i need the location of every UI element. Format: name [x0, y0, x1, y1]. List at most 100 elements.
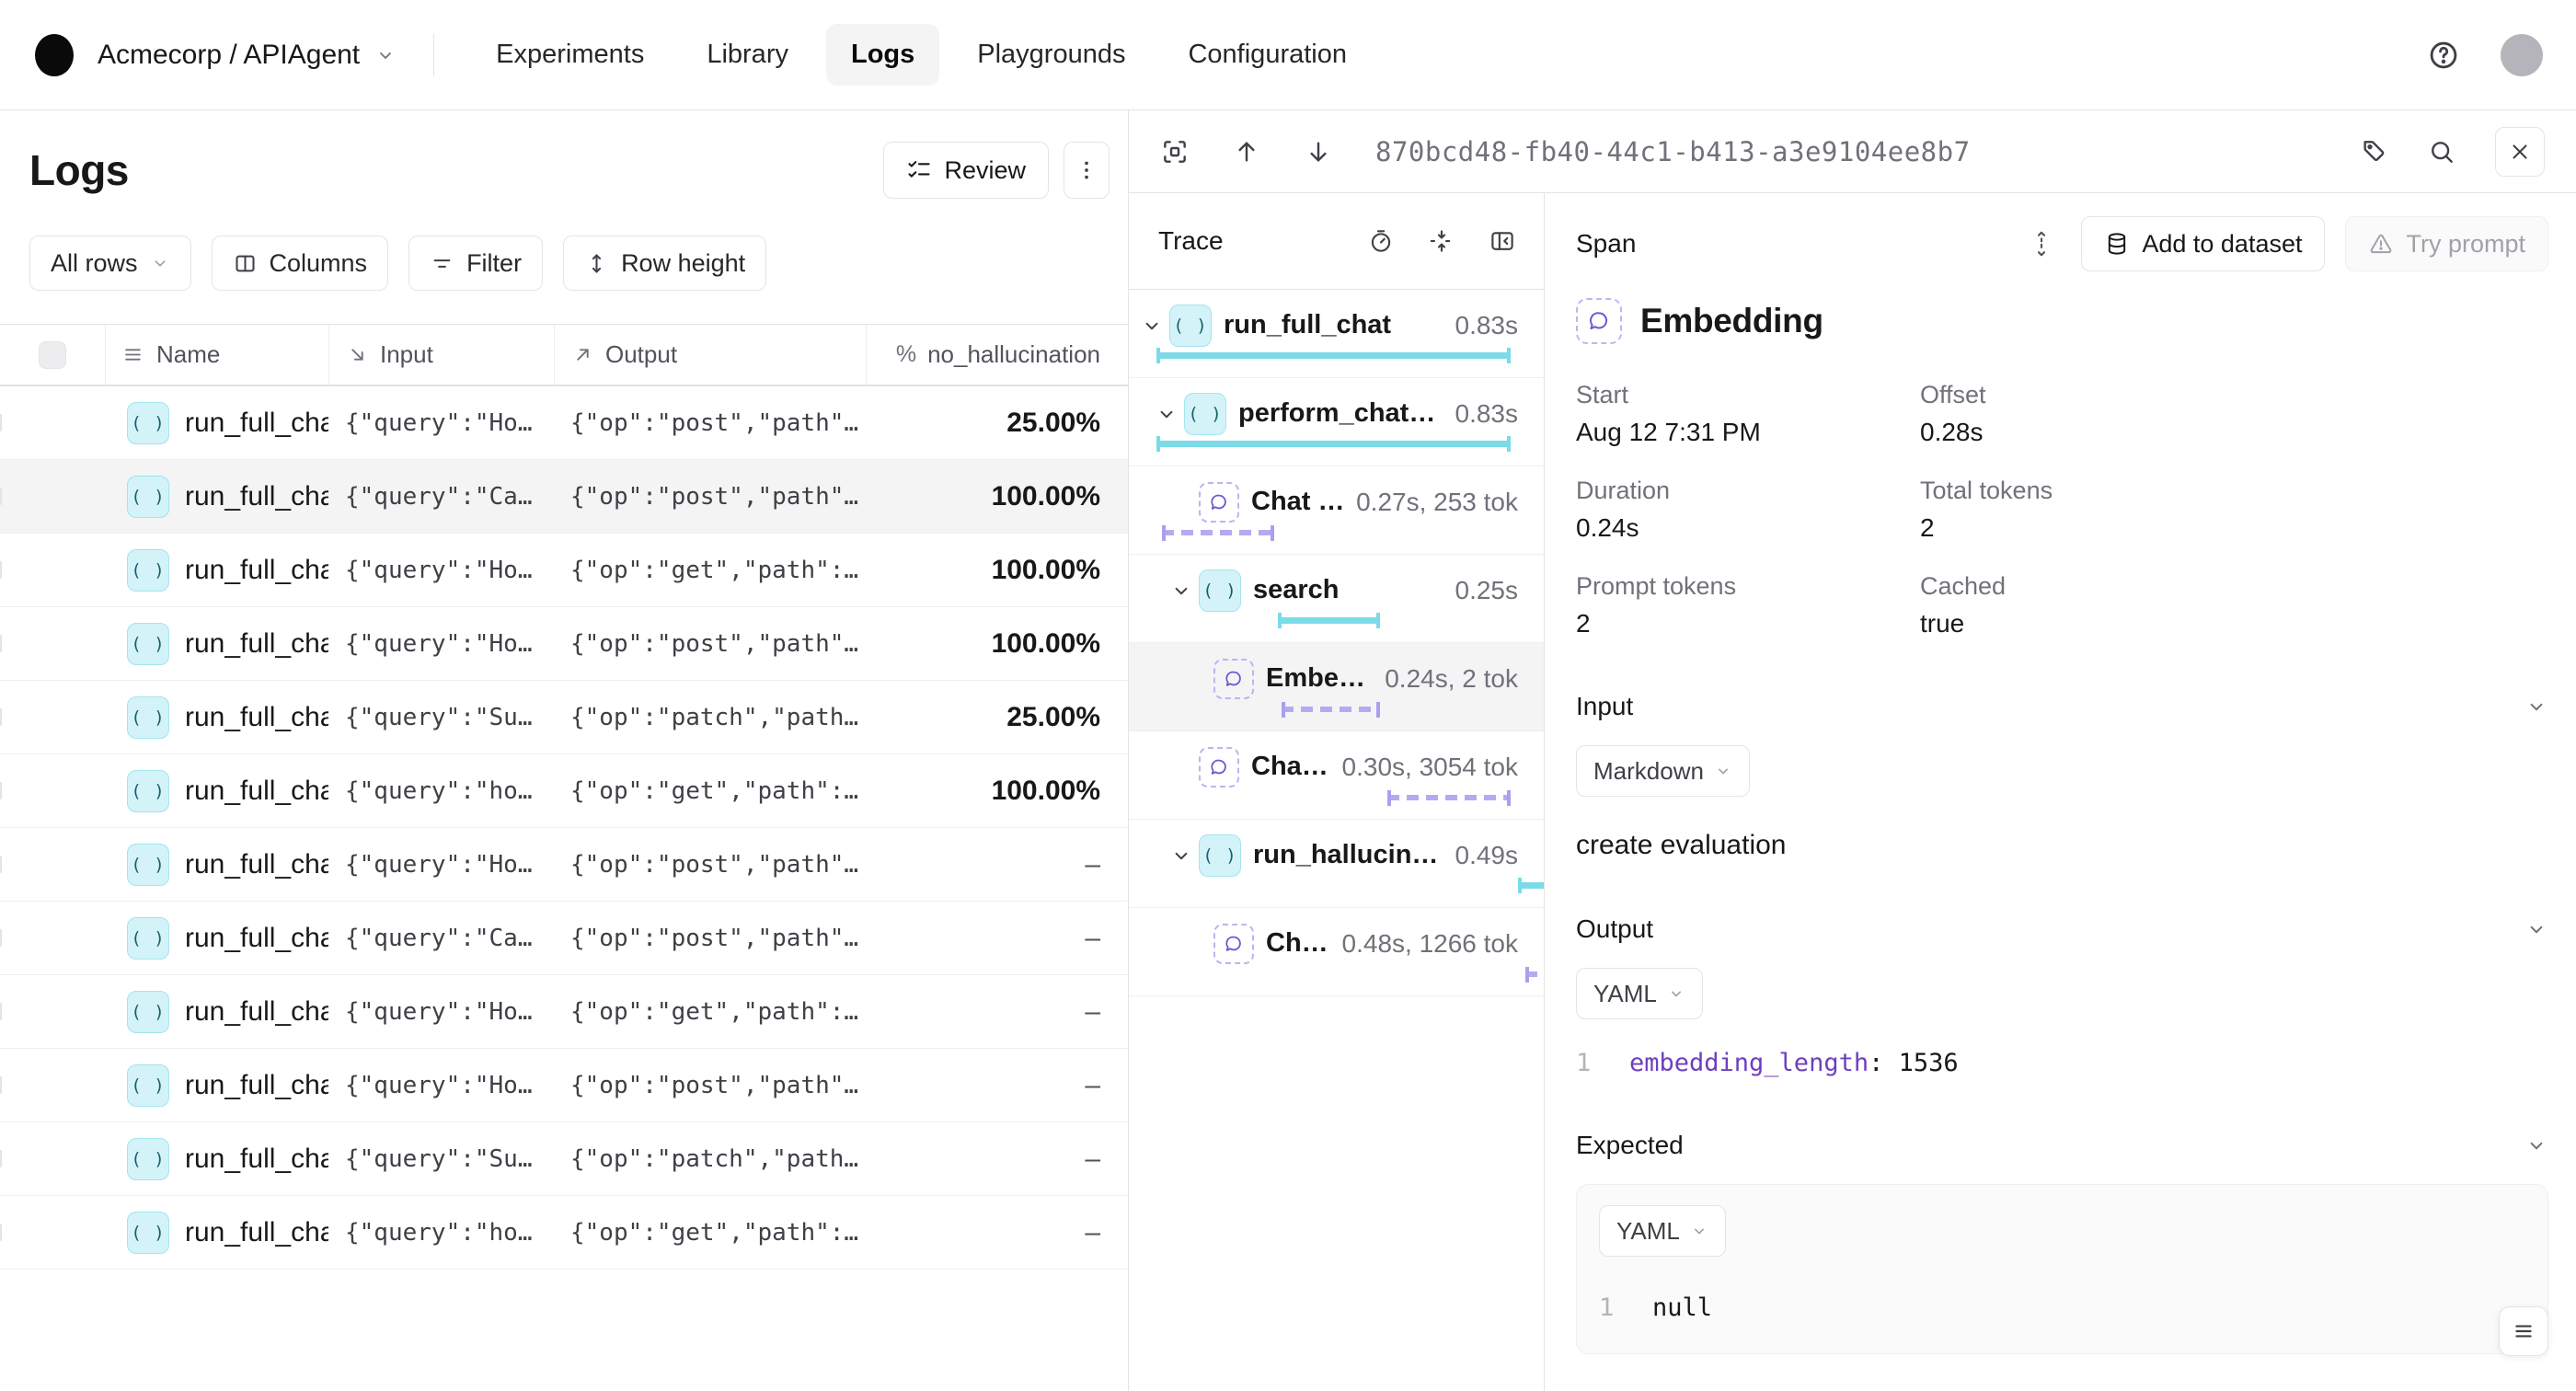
resize-handle-button[interactable] [2028, 230, 2055, 258]
column-header-output[interactable]: Output [554, 325, 866, 385]
frame-expand-icon [1160, 137, 1190, 167]
table-row[interactable]: ( )run_full_chat{"query":"ho…{"op":"get"… [0, 754, 1128, 828]
row-name-cell: ( )run_full_chat [105, 623, 328, 665]
previous-row-button[interactable] [1232, 137, 1261, 167]
filter-button[interactable]: Filter [408, 236, 543, 291]
row-checkbox[interactable] [0, 1003, 2, 1020]
table-row[interactable]: ( )run_full_chat{"query":"Su…{"op":"patc… [0, 1122, 1128, 1196]
row-checkbox[interactable] [0, 488, 2, 505]
span-field-total-tokens: Total tokens2 [1920, 477, 2548, 543]
column-header-no_hallucination[interactable]: %no_hallucination [866, 325, 1128, 385]
trace-span-row[interactable]: ( )search0.25s [1129, 555, 1544, 643]
row-checkbox[interactable] [0, 929, 2, 947]
all-rows-button[interactable]: All rows [29, 236, 191, 291]
row-height-button[interactable]: Row height [563, 236, 766, 291]
span-field-cached: Cachedtrue [1920, 572, 2548, 638]
timeline-bar [1162, 530, 1274, 535]
timing-toggle-button[interactable] [1367, 227, 1395, 255]
tab-logs[interactable]: Logs [826, 24, 939, 86]
row-checkbox[interactable] [0, 635, 2, 652]
code-span-icon: ( ) [127, 1064, 169, 1107]
tab-playgrounds[interactable]: Playgrounds [952, 24, 1150, 86]
more-options-button[interactable] [1064, 142, 1110, 199]
code-span-icon: ( ) [127, 696, 169, 739]
row-checkbox[interactable] [0, 708, 2, 726]
search-icon [2427, 137, 2456, 167]
search-button[interactable] [2427, 137, 2456, 167]
table-row[interactable]: ( )run_full_chat{"query":"Ho…{"op":"get"… [0, 534, 1128, 607]
table-row[interactable]: ( )run_full_chat{"query":"Ho…{"op":"post… [0, 607, 1128, 681]
table-row[interactable]: ( )run_full_chat{"query":"Ho…{"op":"post… [0, 828, 1128, 902]
inspector: 870bcd48-fb40-44c1-b413-a3e9104ee8b7 [1129, 110, 2576, 1391]
main-area: Logs Review All rowsColumnsFilt [0, 110, 2576, 1391]
trace-span-row[interactable]: Chat …0.30s, 3054 tok [1129, 731, 1544, 820]
tab-configuration[interactable]: Configuration [1163, 24, 1372, 86]
table-row[interactable]: ( )run_full_chat{"query":"Su…{"op":"patc… [0, 681, 1128, 754]
select-all-checkbox[interactable] [39, 341, 66, 369]
span-panel-label: Span [1576, 229, 1636, 259]
columns-button[interactable]: Columns [212, 236, 389, 291]
table-row[interactable]: ( )run_full_chat{"query":"Ho…{"op":"post… [0, 386, 1128, 460]
row-checkbox[interactable] [0, 782, 2, 799]
help-button[interactable] [2427, 39, 2460, 72]
try-prompt-button[interactable]: Try prompt [2345, 216, 2548, 271]
next-row-button[interactable] [1304, 137, 1333, 167]
chevron-down-icon[interactable] [2524, 1133, 2548, 1157]
chevron-down-icon[interactable] [1169, 844, 1193, 868]
nav-divider [433, 34, 434, 76]
column-header-name[interactable]: Name [105, 325, 328, 385]
row-checkbox[interactable] [0, 414, 2, 431]
row-output: {"op":"patch","path… [554, 704, 866, 731]
close-inspector-button[interactable] [2495, 127, 2545, 177]
column-header-input[interactable]: Input [328, 325, 554, 385]
workspace-switcher[interactable]: Acmecorp / APIAgent [98, 40, 397, 71]
trace-span-duration: 0.48s, 1266 tok [1333, 929, 1544, 959]
row-input: {"query":"Ho… [328, 851, 554, 879]
chevron-down-icon[interactable] [1169, 579, 1193, 603]
output-format-select[interactable]: YAML [1576, 968, 1703, 1019]
input-format-select[interactable]: Markdown [1576, 745, 1750, 797]
span-field-start: StartAug 12 7:31 PM [1576, 381, 1920, 447]
row-checkbox[interactable] [0, 561, 2, 579]
chevron-down-icon[interactable] [1140, 314, 1164, 338]
trace-id-actions [2359, 127, 2545, 177]
trace-span-row[interactable]: ( )run_hallucinati…0.49s [1129, 820, 1544, 908]
table-row[interactable]: ( )run_full_chat{"query":"Ho…{"op":"get"… [0, 975, 1128, 1049]
trace-span-row[interactable]: Chat C…0.27s, 253 tok [1129, 466, 1544, 555]
trace-span-row[interactable]: ( )run_full_chat0.83s [1129, 290, 1544, 378]
row-input: {"query":"ho… [328, 1219, 554, 1247]
column-header-label: Input [380, 340, 433, 369]
row-checkbox[interactable] [0, 1224, 2, 1241]
chevron-down-icon[interactable] [2524, 695, 2548, 718]
trace-span-row[interactable]: Embed…0.24s, 2 tok [1129, 643, 1544, 731]
trace-span-line: Chat …0.30s, 3054 tok [1129, 731, 1544, 788]
trace-span-row[interactable]: Cha…0.48s, 1266 tok [1129, 908, 1544, 996]
trace-span-row[interactable]: ( )perform_chat_st…0.83s [1129, 378, 1544, 466]
table-row[interactable]: ( )run_full_chat{"query":"ho…{"op":"get"… [0, 1196, 1128, 1270]
tab-library[interactable]: Library [682, 24, 813, 86]
row-score: – [866, 849, 1128, 880]
expected-section-header: Expected [1576, 1131, 2548, 1160]
expand-fullscreen-button[interactable] [1160, 137, 1190, 167]
collapse-all-button[interactable] [1428, 227, 1455, 255]
tag-button[interactable] [2359, 137, 2388, 167]
row-name: run_full_chat [185, 555, 328, 586]
row-checkbox[interactable] [0, 1076, 2, 1094]
row-checkbox[interactable] [0, 1150, 2, 1167]
table-row[interactable]: ( )run_full_chat{"query":"Ca…{"op":"post… [0, 902, 1128, 975]
table-row[interactable]: ( )run_full_chat{"query":"Ho…{"op":"post… [0, 1049, 1128, 1122]
outline-menu-button[interactable] [2499, 1306, 2548, 1356]
app-root: Acmecorp / APIAgent ExperimentsLibraryLo… [0, 0, 2576, 1391]
row-input: {"query":"Ca… [328, 925, 554, 952]
chevron-down-icon[interactable] [1155, 402, 1179, 426]
field-value: 0.24s [1576, 513, 1920, 543]
avatar[interactable] [2501, 34, 2543, 76]
collapse-panel-button[interactable] [1489, 227, 1516, 255]
add-to-dataset-button[interactable]: Add to dataset [2081, 216, 2325, 271]
row-checkbox[interactable] [0, 856, 2, 873]
table-row[interactable]: ( )run_full_chat{"query":"Ca…{"op":"post… [0, 460, 1128, 534]
tab-experiments[interactable]: Experiments [471, 24, 669, 86]
chevron-down-icon[interactable] [2524, 917, 2548, 941]
review-button[interactable]: Review [883, 142, 1049, 199]
expected-format-select[interactable]: YAML [1599, 1205, 1726, 1257]
